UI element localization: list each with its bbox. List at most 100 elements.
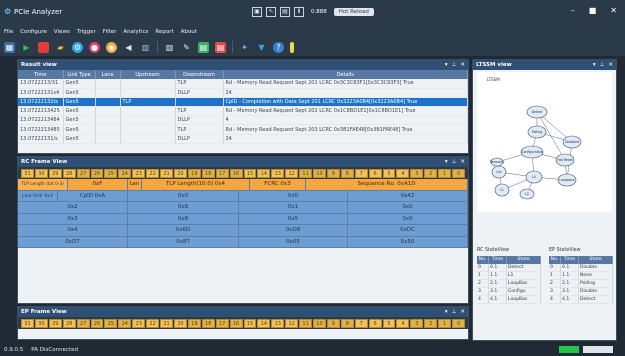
list-item[interactable]: 3 3.1 Disable [549, 288, 613, 296]
frame-cell[interactable]: CplD 0xA [58, 190, 128, 201]
frame-cell[interactable]: 0x50 [348, 236, 468, 247]
table-row-selected[interactable]: 13.07222131ts Gen5 TLP CplD - Completion wi… [18, 97, 468, 108]
capture-icon[interactable]: ▣ [252, 7, 262, 17]
frame-cell[interactable]: Last Ordr 0x3 [18, 190, 58, 201]
chart-icon[interactable]: ▥ [140, 42, 151, 53]
frame-cell[interactable]: TLP Length[10:0] 0x4 [142, 179, 250, 190]
menu-analytics[interactable]: Analytics [123, 29, 148, 35]
layout-icon[interactable]: ▤ [280, 7, 290, 17]
frame-cell[interactable]: 0x5 [239, 213, 348, 224]
frame-cell[interactable]: 0x8 [128, 213, 239, 224]
state-node[interactable]: Polling [527, 125, 547, 139]
state-node[interactable]: L1 [494, 183, 510, 197]
cursor-icon[interactable]: ↖ [266, 7, 276, 17]
col-time[interactable]: Time [18, 70, 64, 79]
col-time[interactable]: Time [561, 256, 579, 264]
menu-views[interactable]: Views [54, 29, 70, 35]
pin-icon[interactable]: ⊥ [452, 60, 457, 70]
hot-reload-button[interactable]: Hot Reload [333, 8, 374, 16]
list-item[interactable]: 4 4.1 Detect [549, 296, 613, 304]
frame-cell[interactable]: 0xF [68, 179, 128, 190]
list-item[interactable]: 1 1.1 None [549, 272, 613, 280]
frame-cell[interactable]: 0x8 [128, 202, 239, 213]
open-folder-icon[interactable]: ▰ [55, 42, 66, 53]
state-node[interactable]: Recovery [490, 157, 505, 167]
list-item[interactable]: 0 0.1 Detect [477, 264, 541, 272]
dropdown-icon[interactable]: ▾ [445, 157, 448, 167]
maximize-icon[interactable]: ■ [589, 6, 597, 15]
table-row[interactable]: 13.0722213485 Gen5 TLP Rd - Memory Read Req… [18, 124, 468, 135]
menu-configure[interactable]: Configure [20, 29, 47, 35]
dropdown-icon[interactable]: ▾ [593, 60, 596, 70]
state-node[interactable]: L2 [519, 188, 535, 200]
frame-cell[interactable]: 0xDC [348, 225, 468, 236]
report-icon[interactable]: ▤ [215, 41, 226, 53]
col-details[interactable]: Details [223, 70, 468, 79]
close-icon[interactable]: ✕ [610, 6, 617, 15]
frame-cell[interactable]: Len [128, 179, 142, 190]
pin-icon[interactable]: ⊥ [452, 157, 457, 167]
settings-icon[interactable]: ⚙ [72, 41, 83, 53]
export-icon[interactable]: ▤ [198, 41, 209, 53]
frame-cell[interactable]: 0xD8 [239, 225, 348, 236]
state-node[interactable]: L0 [525, 170, 543, 184]
save-icon[interactable]: ▨ [164, 42, 175, 53]
state-node[interactable]: Detect [526, 105, 548, 119]
col-state[interactable]: State [507, 256, 541, 264]
col-lane[interactable]: Lane [95, 70, 121, 79]
close-icon[interactable]: ✕ [460, 157, 465, 167]
menu-file[interactable]: File [4, 29, 13, 35]
state-node[interactable]: Configuration [520, 145, 544, 159]
state-node[interactable]: Loopback [557, 173, 577, 187]
tools-icon[interactable]: ✦ [239, 42, 250, 53]
play-icon[interactable]: ▶ [21, 42, 32, 53]
list-item[interactable]: 1 1.1 L1 [477, 272, 541, 280]
list-item[interactable]: 3 3.1 Configu [477, 288, 541, 296]
pause-icon[interactable]: Ⅱ [294, 7, 304, 17]
list-item[interactable]: 0 0.1 Disable [549, 264, 613, 272]
close-icon[interactable]: ✕ [460, 307, 465, 317]
close-icon[interactable]: ✕ [608, 60, 613, 70]
frame-cell[interactable]: FCRC 0x3 [250, 179, 306, 190]
frame-cell[interactable]: 0x6D [128, 225, 239, 236]
list-item[interactable]: 4 4.1 LoopBac [477, 296, 541, 304]
col-upstream[interactable]: Upstream [120, 70, 176, 79]
state-node[interactable]: L0s [491, 165, 507, 179]
dropdown-icon[interactable]: ▾ [445, 60, 448, 70]
help-icon[interactable]: ? [273, 41, 284, 53]
table-row[interactable]: 13.0722213/31 Gen5 TLP Rd - Memory Read Req… [18, 79, 468, 89]
frame-cell[interactable]: 0x0 [239, 190, 348, 201]
col-downstream[interactable]: Downstream [175, 70, 224, 79]
col-time[interactable]: Time [489, 256, 507, 264]
frame-cell[interactable]: 0x0 [348, 213, 468, 224]
record-icon[interactable]: ● [89, 41, 100, 53]
table-row[interactable]: 13.07222131/s Gen5 DLLP 24 [18, 134, 468, 144]
frame-cell[interactable]: 0x0 [128, 190, 239, 201]
frame-cell[interactable]: 0xD7 [18, 236, 128, 247]
new-icon[interactable]: ▦ [4, 41, 15, 53]
state-node[interactable]: Hot Reset [555, 153, 575, 167]
edit-icon[interactable]: ✎ [181, 42, 192, 53]
menu-trigger[interactable]: Trigger [77, 29, 96, 35]
col-link-type[interactable]: Link Type [63, 70, 96, 79]
list-item[interactable]: 2 2.1 LoopBac [477, 280, 541, 288]
frame-cell[interactable]: 0x42 [348, 190, 468, 201]
table-row[interactable]: 13.0722213425 Gen5 TLP Rd - Memory Read Req… [18, 106, 468, 117]
table-row[interactable]: 13.07222131s4 Gen5 DLLP 24 [18, 88, 468, 98]
list-item[interactable]: 2 2.1 Polling [549, 280, 613, 288]
menu-report[interactable]: Report [155, 29, 173, 35]
filter-icon[interactable]: ▼ [256, 42, 267, 53]
col-no[interactable]: No. [477, 256, 489, 264]
table-row[interactable]: 13.0722213484 Gen5 DLLP 4 [18, 115, 468, 126]
frame-cell[interactable]: 0x3 [18, 213, 128, 224]
frame-cell[interactable]: 0x1 [239, 202, 348, 213]
frame-cell[interactable]: 0x0 [348, 202, 468, 213]
pin-icon[interactable]: ⊥ [452, 307, 457, 317]
menu-filter[interactable]: Filter [103, 29, 117, 35]
frame-cell[interactable]: 0x2 [18, 202, 128, 213]
trigger-icon[interactable]: ◉ [106, 41, 117, 53]
col-no[interactable]: No. [549, 256, 561, 264]
dropdown-icon[interactable]: ▾ [445, 307, 448, 317]
frame-cell[interactable]: TLP Length (bit 0-3) [18, 179, 68, 190]
frame-cell[interactable]: 0x87 [128, 236, 239, 247]
